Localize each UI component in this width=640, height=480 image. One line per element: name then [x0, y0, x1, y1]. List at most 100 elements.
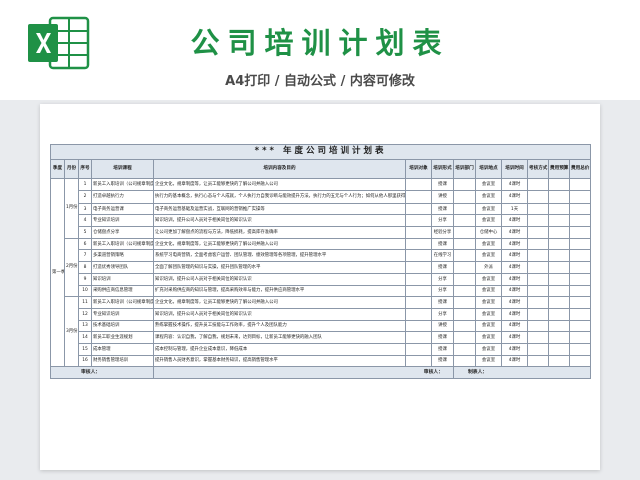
- budget: [548, 226, 570, 239]
- training-target: [405, 272, 432, 286]
- column-header: 费用总价: [568, 159, 592, 179]
- training-time: 4课时: [501, 189, 528, 204]
- training-time: 4课时: [501, 249, 528, 263]
- total-cost: [568, 214, 592, 228]
- month-cell: 2月份: [64, 237, 79, 298]
- training-time: 4课时: [501, 214, 528, 228]
- exam-method: [527, 284, 549, 298]
- training-dept: [453, 202, 476, 216]
- training-plan-table: *** 年度公司培训计划表 季度 月份 序号 培训课程 培训内容及目的 培训对象 培训形式培…: [49, 144, 592, 380]
- table-body: 第一季度1月份1新员工入职培训（公司规章制度介绍）企业文化，规章制度等，让员工能…: [50, 177, 592, 368]
- training-place: 会议室: [475, 202, 502, 216]
- header-row: 季度 月份 序号 培训课程 培训内容及目的 培训对象 培训形式 培训部门 培训地点 培训时间 考核方…: [50, 159, 592, 179]
- course-name: 电子商务运营课: [91, 202, 154, 216]
- exam-method: [527, 342, 549, 356]
- table-row: 3月份11新员工入职培训（公司规章制度介绍）企业文化，规章制度等，让员工能够更快…: [51, 296, 592, 368]
- training-place: 会议室: [475, 178, 502, 191]
- budget: [548, 342, 570, 356]
- training-dept: [453, 342, 476, 356]
- course-name: 技术基础培训: [91, 319, 154, 333]
- training-place: 仓储中心: [475, 226, 502, 239]
- column-header: 培训形式: [431, 159, 454, 179]
- training-dept: [453, 296, 476, 309]
- training-time: 4课时: [501, 307, 528, 321]
- course-content: 企业文化，规章制度等，让员工能够更快的了解公司并融入公司: [153, 178, 406, 191]
- total-cost: [568, 249, 592, 263]
- table-row: 5 仓储盘点分享 让公司更加了解盘点的流程与方法，降低损耗，提高库存准确率 经验分享 仓…: [51, 226, 592, 239]
- training-dept: [453, 354, 476, 368]
- budget: [548, 296, 570, 309]
- table-row: 15 成本管理 成本控制与管理，提升企业成本意识，降低成本 授课 会议室 4课时: [51, 342, 592, 356]
- column-header: 培训内容及目的: [153, 159, 406, 179]
- course-content: 企业文化，规章制度等，让员工能够更快的了解公司并融入公司: [153, 237, 406, 251]
- course-content: 知识培训，提升公司人员对于相关岗位的知识认识: [153, 214, 406, 228]
- table-row: 3 电子商务运营课 电子商务运营基础及运营实战，互联网的营销推广实操等 授课 会议室 1天: [51, 202, 592, 216]
- row-number: 16: [78, 354, 92, 368]
- training-place: 会议室: [475, 354, 502, 368]
- total-cost: [568, 189, 592, 204]
- page-title: 公司培训计划表: [190, 26, 450, 60]
- table-row: 13 技术基础培训 熟练掌握技术操作，提升员工技能与工作效率，提升个人及团队能力 讲授…: [51, 319, 592, 333]
- column-header: 培训时间: [501, 159, 528, 179]
- training-form: 在线学习: [431, 249, 454, 263]
- training-dept: [453, 272, 476, 286]
- training-dept: [453, 307, 476, 321]
- course-name: 财务销售管理培训: [91, 354, 154, 368]
- training-place: 会议室: [475, 331, 502, 344]
- total-cost: [568, 237, 592, 251]
- table-row: 14 新员工职业生涯规划 课程内容：认识自我，了解自我，规划未来，达到目标，让新员工…: [51, 331, 592, 344]
- course-name: 新员工入职培训（公司规章制度介绍）: [91, 237, 154, 251]
- maker-label: 制表人：: [452, 366, 592, 380]
- training-form: 授课: [431, 296, 454, 309]
- row-number: 13: [78, 319, 92, 333]
- course-content: 知识培训，提升公司人员对于相关岗位的知识认识: [153, 307, 406, 321]
- training-place: 会议室: [475, 272, 502, 286]
- column-header: 培训课程: [91, 159, 154, 179]
- table-row: 2月份6新员工入职培训（公司规章制度介绍）企业文化，规章制度等，让员工能够更快的…: [51, 237, 592, 298]
- total-cost: [568, 319, 592, 333]
- training-place: 会议室: [475, 307, 502, 321]
- training-dept: [453, 331, 476, 344]
- training-time: 4课时: [501, 272, 528, 286]
- training-form: 授课: [431, 237, 454, 251]
- budget: [548, 202, 570, 216]
- training-target: [405, 319, 432, 333]
- month-cell: 1月份: [64, 178, 79, 239]
- table-row: 4 专业知识培训 知识培训，提升公司人员对于相关岗位的知识认识 分享 会议室 4课时: [51, 214, 592, 228]
- training-place: 会议室: [475, 284, 502, 298]
- training-time: 4课时: [501, 354, 528, 368]
- training-place: 会议室: [475, 189, 502, 204]
- course-content: 让公司更加了解盘点的流程与方法，降低损耗，提高库存准确率: [153, 226, 406, 239]
- training-target: [405, 249, 432, 263]
- table-row: 9 知识培训 知识培训，提升公司人员对于相关岗位的知识认识 分享 会议室 4课时: [51, 272, 592, 286]
- training-dept: [453, 214, 476, 228]
- table-row: 12 专业知识培训 知识培训，提升公司人员对于相关岗位的知识认识 分享 会议室 4课时: [51, 307, 592, 321]
- exam-method: [527, 237, 549, 251]
- training-place: 会议室: [475, 342, 502, 356]
- training-target: [405, 354, 432, 368]
- exam-method: [527, 261, 549, 274]
- budget: [548, 354, 570, 368]
- total-cost: [568, 296, 592, 309]
- training-target: [405, 178, 432, 191]
- training-target: [405, 261, 432, 274]
- course-name: 仓储盘点分享: [91, 226, 154, 239]
- total-cost: [568, 331, 592, 344]
- training-place: 会议室: [475, 237, 502, 251]
- budget: [548, 214, 570, 228]
- training-form: 分享: [431, 307, 454, 321]
- course-name: 新员工入职培训（公司规章制度介绍）: [91, 178, 154, 191]
- training-target: [405, 284, 432, 298]
- course-content: 扩充对采购供应商的知识与管理，提高采购效率与能力，提升供应商管理水平: [153, 284, 406, 298]
- exam-method: [527, 214, 549, 228]
- training-place: 会议室: [475, 319, 502, 333]
- training-dept: [453, 226, 476, 239]
- training-form: 分享: [431, 284, 454, 298]
- course-content: 电子商务运营基础及运营实战，互联网的营销推广实操等: [153, 202, 406, 216]
- training-target: [405, 189, 432, 204]
- page-subtitle: A4打印 / 自动公式 / 内容可修改: [225, 74, 415, 89]
- training-time: 4课时: [501, 296, 528, 309]
- budget: [548, 331, 570, 344]
- table-row: 16 财务销售管理培训 提升销售人员财务意识，掌握基本财务知识，提高销售管理水平 授课…: [51, 354, 592, 368]
- training-time: 4课时: [501, 237, 528, 251]
